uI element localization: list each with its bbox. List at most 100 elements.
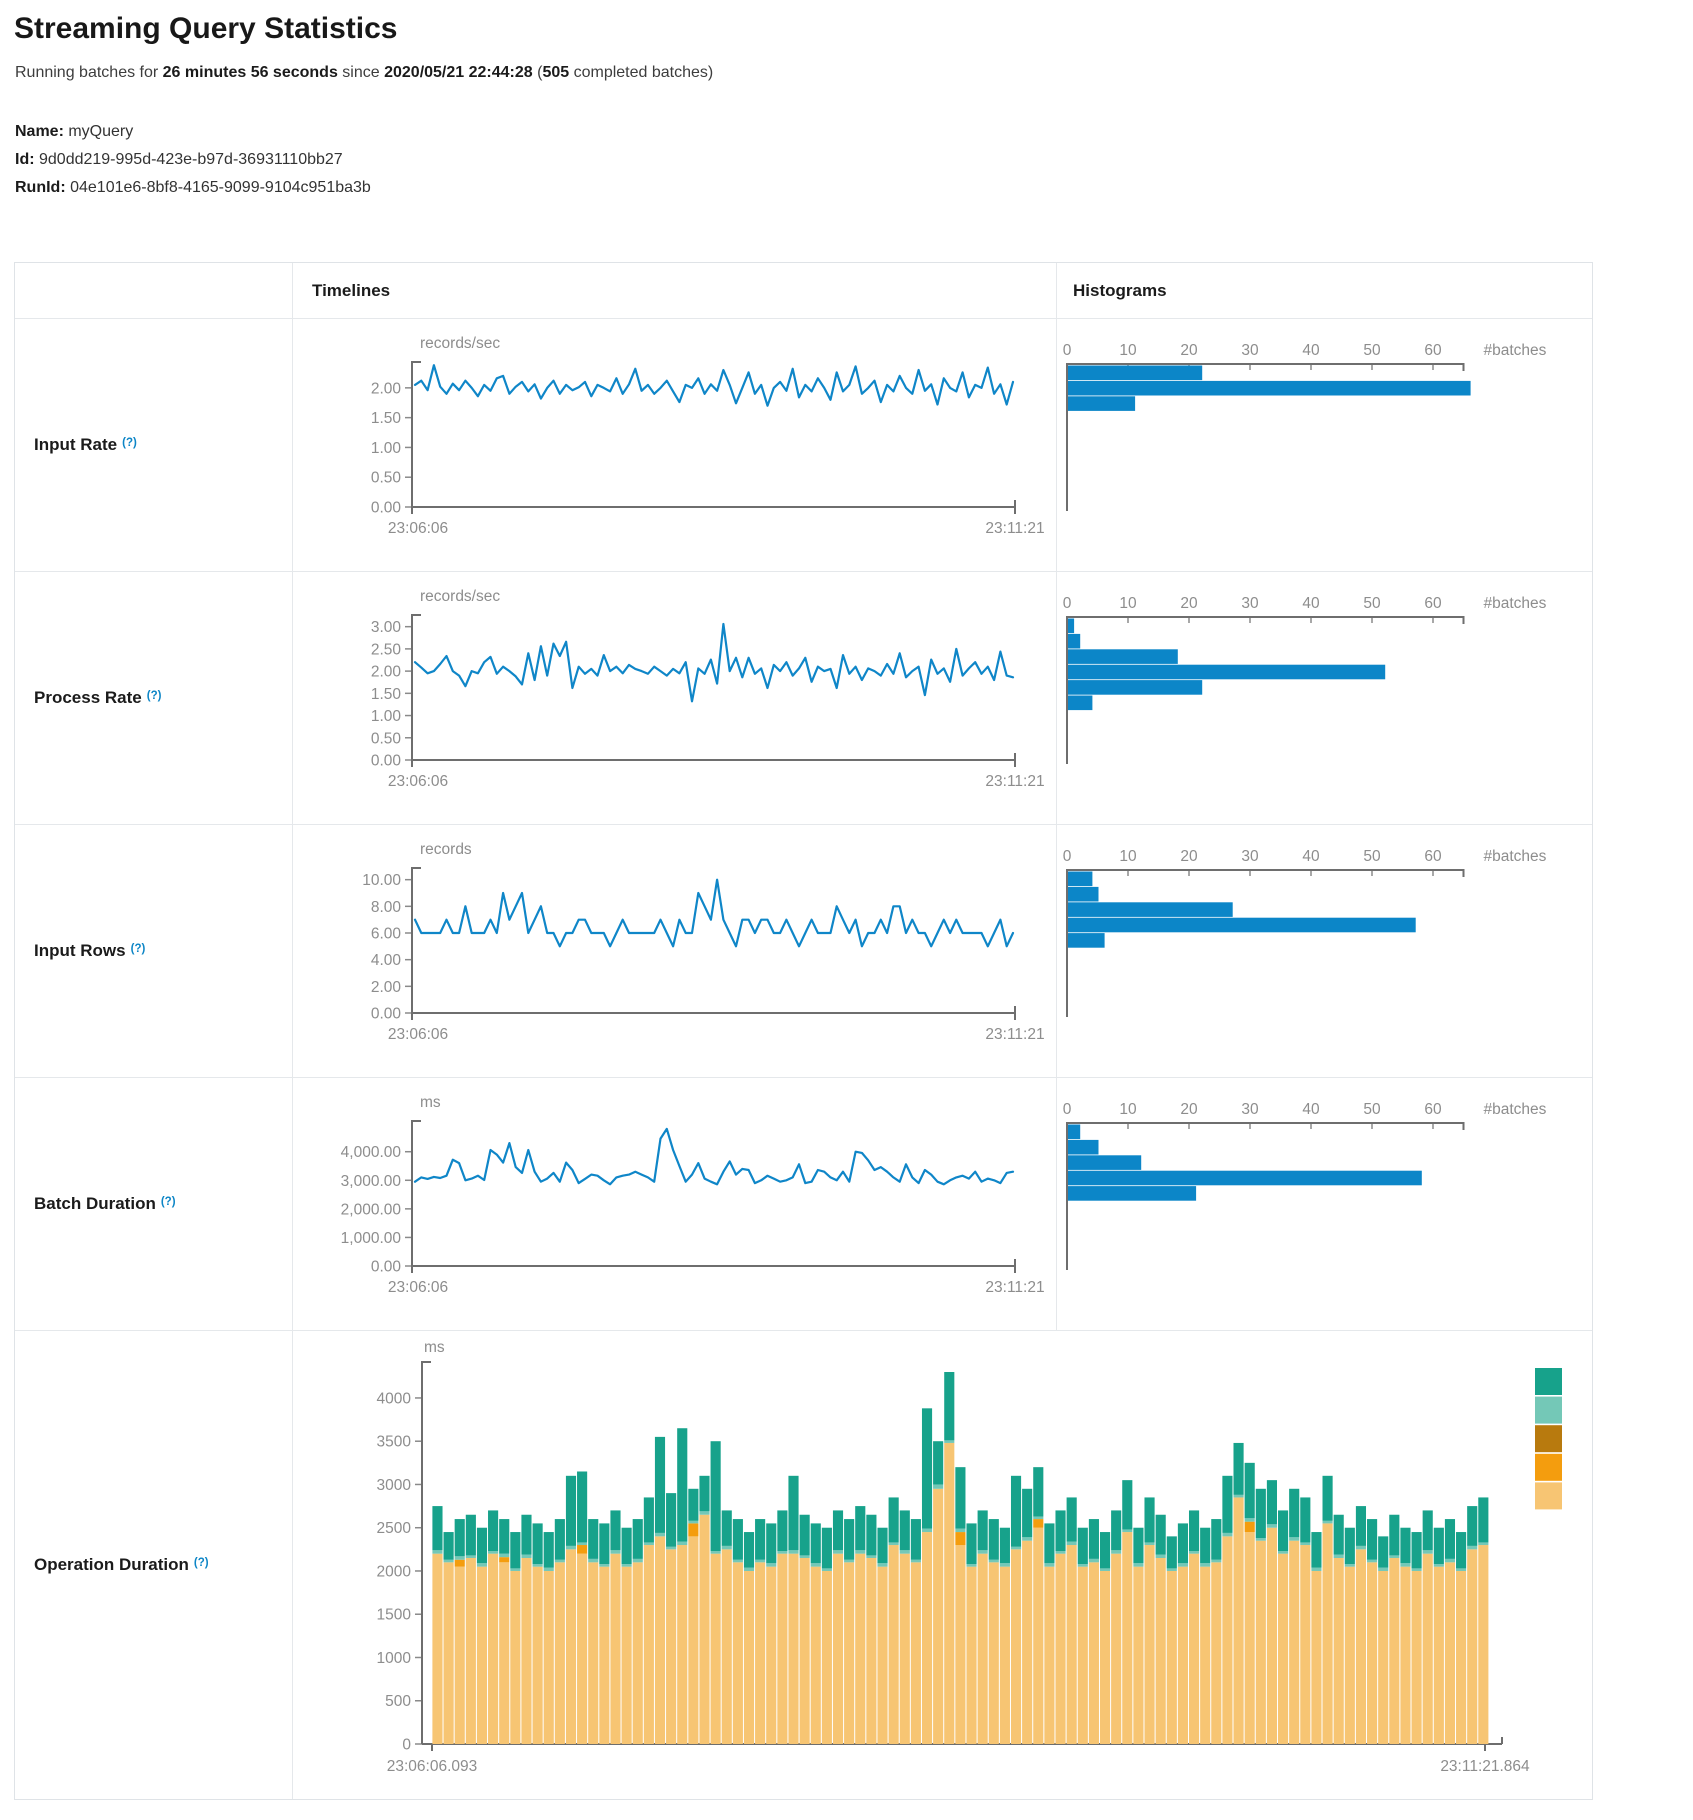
input-rate-timeline-chart: records/sec2.001.501.000.500.0023:06:062… [292,318,1056,571]
summary-mid: since [338,64,384,81]
svg-text:30: 30 [1241,595,1259,612]
svg-text:#batches: #batches [1484,595,1547,612]
svg-text:20: 20 [1180,1101,1198,1118]
svg-text:0: 0 [402,1737,411,1754]
svg-text:23:11:21: 23:11:21 [985,773,1044,790]
svg-text:2,000.00: 2,000.00 [341,1201,402,1218]
svg-text:10: 10 [1119,1101,1137,1118]
svg-text:#batches: #batches [1484,342,1547,359]
histogram-svg: 0102030405060#batches [1057,1078,1592,1330]
summary-paren: ( [533,64,543,81]
operation-duration-stacked-chart: ms0500100015002000250030003500400023:06:… [292,1330,1592,1799]
query-name-line: Name: myQuery [15,118,371,146]
svg-text:3000: 3000 [377,1477,412,1494]
svg-text:60: 60 [1424,595,1442,612]
process-rate-label: Process Rate [34,688,142,708]
batch-duration-histogram-chart: 0102030405060#batches [1056,1077,1592,1330]
query-runid-line: RunId: 04e101e6-8bf8-4165-9099-9104c951b… [15,174,371,202]
timeline-svg: records10.008.006.004.002.000.0023:06:06… [293,825,1056,1077]
svg-text:23:06:06: 23:06:06 [388,773,448,790]
svg-text:50: 50 [1363,848,1381,865]
histograms-header-label: Histograms [1073,281,1167,301]
row-label-input-rows: Input Rows(?) [15,824,292,1077]
svg-text:6.00: 6.00 [371,926,402,943]
timeline-svg: records/sec3.002.502.001.501.000.500.002… [293,572,1056,824]
svg-text:40: 40 [1302,595,1320,612]
input-rows-timeline-chart: records10.008.006.004.002.000.0023:06:06… [292,824,1056,1077]
legend-swatch-1 [1535,1368,1562,1395]
batch-duration-timeline-chart: ms4,000.003,000.002,000.001,000.000.0023… [292,1077,1056,1330]
svg-text:23:06:06: 23:06:06 [388,1026,448,1043]
svg-text:60: 60 [1424,342,1442,359]
svg-text:50: 50 [1363,1101,1381,1118]
svg-text:30: 30 [1241,1101,1259,1118]
svg-text:0.50: 0.50 [371,470,402,487]
svg-text:2500: 2500 [377,1520,412,1537]
start-timestamp: 2020/05/21 22:44:28 [384,64,533,81]
timelines-header-label: Timelines [312,281,390,301]
svg-text:2.00: 2.00 [371,664,402,681]
svg-text:30: 30 [1241,848,1259,865]
svg-text:0.00: 0.00 [371,753,402,770]
help-icon[interactable]: (?) [161,1196,176,1208]
runid-value: 04e101e6-8bf8-4165-9099-9104c951ba3b [66,179,371,196]
svg-text:3,000.00: 3,000.00 [341,1173,402,1190]
summary-prefix: Running batches for [15,64,163,81]
svg-text:40: 40 [1302,1101,1320,1118]
input-rate-histogram-chart: 0102030405060#batches [1056,318,1592,571]
svg-text:2.50: 2.50 [371,641,402,658]
svg-text:4.00: 4.00 [371,952,402,969]
svg-text:2.00: 2.00 [371,380,402,397]
header-histograms: Histograms [1056,263,1592,318]
input-rate-label: Input Rate [34,435,117,455]
svg-text:ms: ms [424,1339,445,1356]
svg-text:#batches: #batches [1484,848,1547,865]
help-icon[interactable]: (?) [122,437,137,449]
svg-text:1.50: 1.50 [371,410,402,427]
svg-text:50: 50 [1363,595,1381,612]
svg-text:0.00: 0.00 [371,1006,402,1023]
help-icon[interactable]: (?) [194,1557,209,1569]
svg-text:3500: 3500 [377,1434,412,1451]
statistics-table: Timelines Histograms Input Rate (?) recor… [14,262,1593,1800]
legend-swatch-3 [1535,1425,1562,1452]
svg-text:50: 50 [1363,342,1381,359]
svg-text:60: 60 [1424,848,1442,865]
id-value: 9d0dd219-995d-423e-b97d-36931110bb27 [35,151,343,168]
help-icon[interactable]: (?) [147,690,162,702]
svg-text:1500: 1500 [377,1607,412,1624]
svg-text:3.00: 3.00 [371,619,402,636]
svg-text:40: 40 [1302,848,1320,865]
header-empty-cell [15,263,292,318]
svg-text:1000: 1000 [377,1650,412,1667]
svg-text:10: 10 [1119,848,1137,865]
svg-text:20: 20 [1180,595,1198,612]
legend-swatch-5 [1535,1482,1562,1509]
legend-swatch-4 [1535,1454,1562,1481]
svg-text:500: 500 [385,1693,411,1710]
histogram-svg: 0102030405060#batches [1057,319,1592,571]
operation-duration-label: Operation Duration [34,1555,189,1575]
id-label: Id: [15,151,35,168]
svg-text:10: 10 [1119,342,1137,359]
svg-text:records/sec: records/sec [420,588,500,605]
svg-text:0: 0 [1063,1101,1072,1118]
svg-text:records: records [420,841,472,858]
row-label-batch-duration: Batch Duration(?) [15,1077,292,1330]
running-batches-summary: Running batches for 26 minutes 56 second… [15,64,713,82]
svg-text:0.00: 0.00 [371,1259,402,1276]
svg-text:0: 0 [1063,342,1072,359]
svg-text:4000: 4000 [377,1390,412,1407]
svg-text:20: 20 [1180,342,1198,359]
svg-text:23:06:06: 23:06:06 [388,520,448,537]
svg-text:60: 60 [1424,1101,1442,1118]
svg-text:0: 0 [1063,595,1072,612]
svg-text:0.50: 0.50 [371,730,402,747]
stacked-bar-svg: ms0500100015002000250030003500400023:06:… [293,1331,1592,1799]
svg-text:23:11:21: 23:11:21 [985,1026,1044,1043]
help-icon[interactable]: (?) [131,943,146,955]
svg-text:2.00: 2.00 [371,979,402,996]
legend-swatch-2 [1535,1397,1562,1424]
process-rate-timeline-chart: records/sec3.002.502.001.501.000.500.002… [292,571,1056,824]
svg-text:10.00: 10.00 [362,872,401,889]
